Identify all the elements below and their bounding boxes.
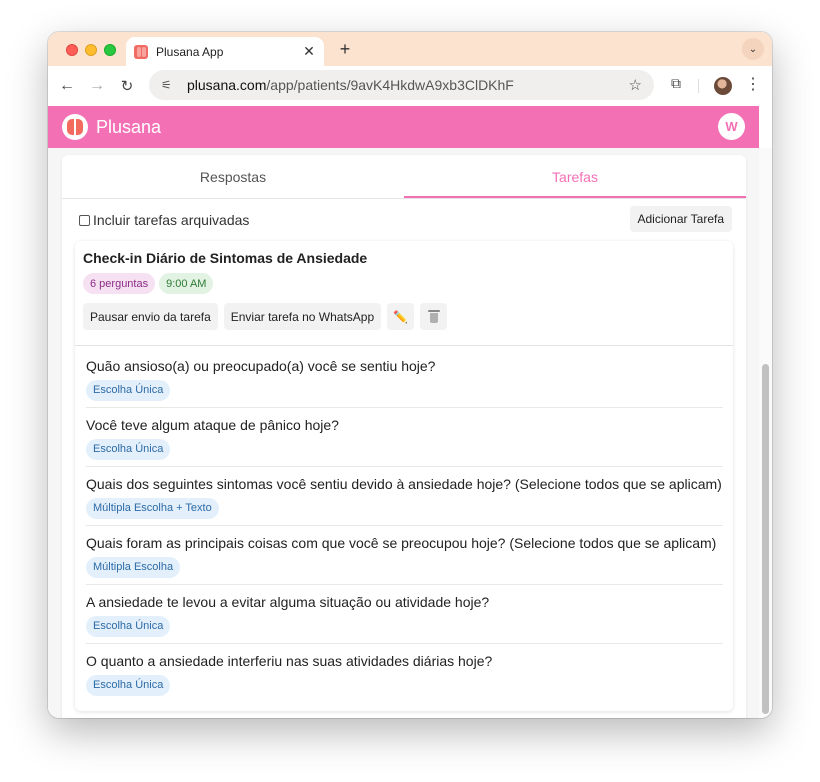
content-tabs: Respostas Tarefas bbox=[62, 165, 746, 199]
minimize-window-button[interactable] bbox=[85, 44, 97, 56]
question-type-badge: Escolha Única bbox=[86, 380, 171, 401]
question-item: O quanto a ansiedade interferiu nas suas… bbox=[86, 644, 723, 702]
task-title: Check-in Diário de Sintomas de Ansiedade bbox=[83, 250, 368, 266]
plusana-logo-icon bbox=[62, 114, 88, 140]
tab-respostas[interactable]: Respostas bbox=[62, 165, 404, 198]
question-text: O quanto a ansiedade interferiu nas suas… bbox=[86, 653, 493, 669]
question-type-badge: Escolha Única bbox=[86, 616, 171, 637]
send-whatsapp-button[interactable]: Enviar tarefa no WhatsApp bbox=[223, 303, 382, 330]
plusana-favicon-icon bbox=[134, 44, 148, 59]
tab-search-button[interactable]: ⌄ bbox=[742, 38, 764, 60]
question-list: Quão ansioso(a) ou preocupado(a) você se… bbox=[86, 349, 723, 702]
tab-close-icon[interactable]: ✕ bbox=[302, 43, 316, 60]
user-avatar[interactable]: W bbox=[718, 113, 745, 140]
new-tab-button[interactable]: + bbox=[335, 39, 355, 60]
page-scrollbar[interactable] bbox=[759, 148, 772, 718]
site-settings-icon[interactable]: ⚟ bbox=[161, 78, 177, 92]
question-item: Quais foram as principais coisas com que… bbox=[86, 526, 723, 585]
question-text: Quão ansioso(a) ou preocupado(a) você se… bbox=[86, 358, 436, 374]
tab-tarefas[interactable]: Tarefas bbox=[404, 165, 746, 198]
edit-pencil-icon[interactable]: ✏️ bbox=[387, 303, 415, 330]
address-bar[interactable]: ⚟ plusana.com/app/patients/9avK4HkdwA9xb… bbox=[149, 70, 654, 100]
task-badges: 6 perguntas 9:00 AM bbox=[83, 273, 214, 294]
profile-avatar[interactable] bbox=[714, 77, 732, 95]
question-type-badge: Múltipla Escolha + Texto bbox=[86, 498, 219, 519]
scrollbar-thumb[interactable] bbox=[762, 364, 769, 714]
browser-menu-icon[interactable]: ⋮ bbox=[745, 75, 761, 95]
app-header: Plusana W bbox=[48, 106, 759, 148]
toolbar-divider bbox=[698, 79, 699, 93]
forward-arrow-icon[interactable]: → bbox=[86, 75, 108, 97]
browser-window: Plusana App ✕ + ⌄ ← → ↻ ⚟ plusana.com/ap… bbox=[48, 32, 772, 718]
schedule-time-badge: 9:00 AM bbox=[159, 273, 214, 294]
question-type-badge: Múltipla Escolha bbox=[86, 557, 181, 578]
question-item: Quão ansioso(a) ou preocupado(a) você se… bbox=[86, 349, 723, 408]
archived-filter[interactable]: Incluir tarefas arquivadas bbox=[79, 212, 249, 228]
archived-checkbox-label: Incluir tarefas arquivadas bbox=[93, 212, 250, 228]
close-window-button[interactable] bbox=[66, 44, 78, 56]
tab-title: Plusana App bbox=[156, 44, 224, 59]
question-item: Você teve algum ataque de pânico hoje? E… bbox=[86, 408, 723, 467]
bookmark-star-icon[interactable]: ☆ bbox=[629, 76, 642, 94]
browser-tab[interactable]: Plusana App ✕ bbox=[126, 37, 324, 66]
task-card: Check-in Diário de Sintomas de Ansiedade… bbox=[75, 241, 733, 711]
pause-task-button[interactable]: Pausar envio da tarefa bbox=[83, 303, 218, 330]
question-type-badge: Escolha Única bbox=[86, 675, 171, 696]
question-item: A ansiedade te levou a evitar alguma sit… bbox=[86, 585, 723, 644]
extensions-puzzle-icon[interactable]: ⧉ bbox=[666, 75, 686, 95]
question-item: Quais dos seguintes sintomas você sentiu… bbox=[86, 467, 723, 526]
back-arrow-icon[interactable]: ← bbox=[56, 75, 78, 97]
task-divider bbox=[75, 345, 733, 346]
url-text: plusana.com/app/patients/9avK4HkdwA9xb3C… bbox=[187, 77, 514, 93]
question-text: Você teve algum ataque de pânico hoje? bbox=[86, 417, 339, 433]
patient-card: Respostas Tarefas Incluir tarefas arquiv… bbox=[62, 155, 746, 718]
question-type-badge: Escolha Única bbox=[86, 439, 171, 460]
delete-trash-icon[interactable] bbox=[420, 303, 448, 330]
question-text: A ansiedade te levou a evitar alguma sit… bbox=[86, 594, 490, 610]
archived-checkbox[interactable] bbox=[79, 214, 90, 226]
task-actions: Pausar envio da tarefa Enviar tarefa no … bbox=[83, 303, 448, 330]
tab-strip: Plusana App ✕ + ⌄ bbox=[48, 32, 772, 66]
browser-toolbar: ← → ↻ ⚟ plusana.com/app/patients/9avK4Hk… bbox=[48, 66, 772, 106]
question-text: Quais foram as principais coisas com que… bbox=[86, 535, 717, 551]
brand-name: Plusana bbox=[96, 116, 162, 137]
main-content: Respostas Tarefas Incluir tarefas arquiv… bbox=[48, 148, 759, 718]
reload-icon[interactable]: ↻ bbox=[116, 75, 138, 97]
add-task-button[interactable]: Adicionar Tarefa bbox=[629, 206, 732, 232]
question-count-badge: 6 perguntas bbox=[83, 273, 156, 294]
question-text: Quais dos seguintes sintomas você sentiu… bbox=[86, 476, 722, 492]
maximize-window-button[interactable] bbox=[104, 44, 116, 56]
